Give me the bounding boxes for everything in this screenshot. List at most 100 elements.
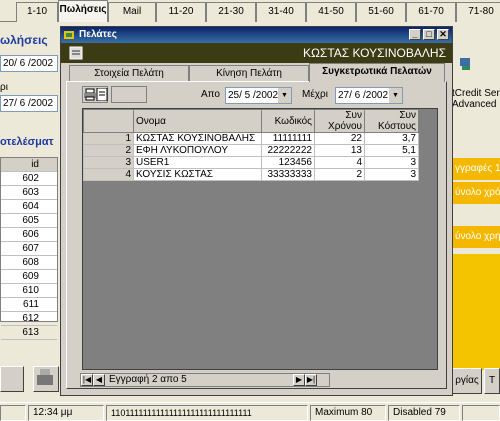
- tab-61-70[interactable]: 61-70: [406, 2, 456, 22]
- cell-code[interactable]: 33333333: [261, 168, 315, 181]
- first-record-button[interactable]: |◀: [81, 374, 93, 386]
- tab-51-60[interactable]: 51-60: [356, 2, 406, 22]
- table-row[interactable]: 3 USER1 123456 4 3: [83, 156, 419, 169]
- id-row[interactable]: 608: [1, 256, 57, 270]
- chevron-down-icon[interactable]: ▼: [278, 88, 291, 103]
- cell-code[interactable]: 22222222: [261, 144, 315, 157]
- tab-customer-activity[interactable]: Κίνηση Πελάτη: [189, 65, 309, 81]
- close-button[interactable]: ✕: [437, 29, 449, 40]
- id-row[interactable]: 611: [1, 298, 57, 312]
- chevron-down-icon[interactable]: ▼: [389, 88, 402, 103]
- id-row[interactable]: 607: [1, 242, 57, 256]
- status-maximum: Maximum 80: [310, 405, 386, 421]
- row-index: 1: [83, 132, 134, 145]
- cell-name[interactable]: ΚΟΥΣΙΣ ΚΩΣΤΑΣ: [133, 168, 262, 181]
- toolbar-spacer: [111, 86, 147, 103]
- tab-1-10[interactable]: 1-10: [16, 2, 58, 22]
- window-icon: [64, 31, 74, 39]
- minimize-button[interactable]: _: [409, 29, 421, 40]
- from-date-combo[interactable]: 25/ 5 /2002 ▼: [225, 87, 292, 104]
- tab-41-50[interactable]: 41-50: [306, 2, 356, 22]
- summary-grid: Ονομα Κωδικός Συν Χρόνου Συν Κόστους 1 Κ…: [82, 108, 438, 370]
- col-header-index: [83, 109, 134, 133]
- status-disabled: Disabled 79: [388, 405, 460, 421]
- cell-total-cost[interactable]: 3,7: [364, 132, 419, 145]
- cell-total-cost[interactable]: 3: [364, 156, 419, 169]
- cell-total-time[interactable]: 22: [314, 132, 365, 145]
- left-button[interactable]: [0, 366, 24, 392]
- customer-card-icon: [69, 46, 83, 60]
- cell-total-cost[interactable]: 3: [364, 168, 419, 181]
- maximize-button[interactable]: □: [423, 29, 435, 40]
- table-row[interactable]: 1 ΚΩΣΤΑΣ ΚΟΥΣΙΝΟΒΑΛΗΣ 11111111 22 3,7: [83, 132, 419, 145]
- cell-name[interactable]: USER1: [133, 156, 262, 169]
- id-row[interactable]: 605: [1, 214, 57, 228]
- record-position: Εγγραφή 2 απο 5: [109, 374, 187, 385]
- row-index: 4: [83, 168, 134, 181]
- cell-total-time[interactable]: 13: [314, 144, 365, 157]
- id-row[interactable]: 610: [1, 284, 57, 298]
- record-navigator: |◀ ◀ Εγγραφή 2 απο 5 ▶ ▶|: [80, 373, 330, 387]
- col-header-name[interactable]: Ονομα: [133, 109, 262, 133]
- status-time: 12:34 μμ: [28, 405, 104, 421]
- prev-record-button[interactable]: ◀: [93, 374, 105, 386]
- preview-icon[interactable]: [96, 88, 108, 101]
- date-to-combo[interactable]: 27/ 6 /2002: [0, 95, 58, 112]
- tab-customer-summary[interactable]: Συγκετρωτικά Πελατών: [309, 63, 445, 82]
- cash-register-icon: [37, 369, 53, 385]
- cell-total-cost[interactable]: 5,1: [364, 144, 419, 157]
- tab-11-20[interactable]: 11-20: [156, 2, 206, 22]
- dialog-titlebar[interactable]: Πελάτες _ □ ✕: [61, 27, 452, 43]
- sales-heading: ωλήσεις: [0, 33, 48, 47]
- cell-total-time[interactable]: 4: [314, 156, 365, 169]
- total-cost-bar: ύνολο χρη: [452, 226, 500, 248]
- total-time-bar: ύνολο χρό: [452, 182, 500, 204]
- cell-code[interactable]: 123456: [261, 156, 315, 169]
- cash-register-button[interactable]: [33, 366, 59, 392]
- cell-code[interactable]: 11111111: [261, 132, 315, 145]
- tab-sales[interactable]: Πωλήσεις: [58, 0, 108, 22]
- date-from-combo[interactable]: 20/ 6 /2002: [0, 55, 58, 72]
- id-row[interactable]: 602: [1, 172, 57, 186]
- cell-name[interactable]: ΚΩΣΤΑΣ ΚΟΥΣΙΝΟΒΑΛΗΣ: [133, 132, 262, 145]
- customers-dialog: Πελάτες _ □ ✕ ΚΩΣΤΑΣ ΚΟΥΣΙΝΟΒΑΛΗΣ Στοιχε…: [60, 26, 453, 396]
- to-date-value: 27/ 6 /2002: [338, 90, 389, 101]
- to-label: Μέχρι: [302, 89, 328, 100]
- tab-mail[interactable]: Mail: [108, 2, 156, 22]
- last-record-button[interactable]: ▶|: [305, 374, 317, 386]
- tab-71-80[interactable]: 71-80: [456, 2, 500, 22]
- t-button[interactable]: T: [484, 368, 500, 394]
- status-cell-last: [462, 405, 500, 421]
- status-cell-blank: [0, 405, 26, 421]
- id-grid: id 602 603 604 605 606 607 608 609 610 6…: [0, 157, 58, 340]
- id-row[interactable]: 604: [1, 200, 57, 214]
- dialog-title: Πελάτες: [79, 29, 117, 40]
- col-header-total-time[interactable]: Συν Χρόνου: [314, 109, 365, 133]
- from-label: Απο: [201, 89, 220, 100]
- summary-table: Ονομα Κωδικός Συν Χρόνου Συν Κόστους 1 Κ…: [83, 109, 419, 181]
- tab-21-30[interactable]: 21-30: [206, 2, 256, 22]
- next-record-button[interactable]: ▶: [293, 374, 305, 386]
- status-bitmask: 11011111111111111111111111111111: [106, 405, 308, 421]
- work-button[interactable]: ργίας: [452, 368, 482, 394]
- top-tab-strip: 1-10 Πωλήσεις Mail 11-20 21-30 31-40 41-…: [0, 0, 500, 22]
- id-row[interactable]: 612: [1, 312, 57, 326]
- print-icon[interactable]: [84, 88, 96, 101]
- table-row[interactable]: 2 ΕΦΗ ΛΥΚΟΠΟΥΛΟΥ 22222222 13 5,1: [83, 144, 419, 157]
- cell-name[interactable]: ΕΦΗ ΛΥΚΟΠΟΥΛΟΥ: [133, 144, 262, 157]
- customer-header: ΚΩΣΤΑΣ ΚΟΥΣΙΝΟΒΑΛΗΣ: [61, 43, 452, 63]
- tab-customer-details[interactable]: Στοιχεία Πελάτη: [69, 65, 189, 81]
- tab-31-40[interactable]: 31-40: [256, 2, 306, 22]
- id-column-header: id: [1, 158, 57, 172]
- from-date-value: 25/ 5 /2002: [228, 90, 279, 101]
- col-header-total-cost[interactable]: Συν Κόστους: [364, 109, 419, 133]
- id-row[interactable]: 609: [1, 270, 57, 284]
- col-header-code[interactable]: Κωδικός: [261, 109, 315, 133]
- row-index: 3: [83, 156, 134, 169]
- table-row[interactable]: 4 ΚΟΥΣΙΣ ΚΩΣΤΑΣ 33333333 2 3: [83, 168, 419, 181]
- id-row[interactable]: 613: [1, 326, 57, 340]
- id-row[interactable]: 606: [1, 228, 57, 242]
- id-row[interactable]: 603: [1, 186, 57, 200]
- to-date-combo[interactable]: 27/ 6 /2002 ▼: [335, 87, 403, 104]
- cell-total-time[interactable]: 2: [314, 168, 365, 181]
